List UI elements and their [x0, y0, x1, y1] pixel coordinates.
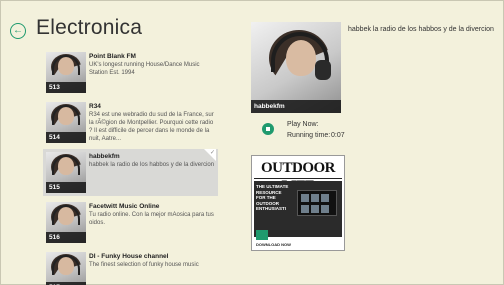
- station-name: Point Blank FM: [89, 53, 136, 60]
- station-item-517[interactable]: 517 DI - Funky House channel The finest …: [43, 249, 218, 285]
- advertisement-banner[interactable]: OUTDOOR LIFE THE ULTIMATE RESOURCE FOR T…: [251, 155, 345, 251]
- ad-tagline: THE ULTIMATE RESOURCE FOR THE OUTDOOR EN…: [256, 184, 289, 211]
- station-item-515[interactable]: 515 habbekfm habbek la radio de los habb…: [43, 149, 218, 196]
- station-thumbnail: 517: [46, 252, 86, 285]
- station-name: R34: [89, 103, 101, 110]
- running-time-value: 0:07: [331, 132, 345, 139]
- play-now-label: Play Now:: [287, 121, 319, 128]
- station-description: Tu radio online. Con la mejor mAosica pa…: [89, 212, 214, 226]
- station-name: Facetwitt Music Online: [89, 203, 160, 210]
- station-item-514[interactable]: 514 R34 R34 est une webradio du sud de l…: [43, 99, 218, 146]
- running-time-label: Running time:: [287, 132, 331, 139]
- station-thumbnail: 516: [46, 202, 86, 243]
- back-arrow-icon[interactable]: ←: [10, 23, 26, 39]
- station-number: 515: [46, 182, 86, 193]
- ad-logo: OUTDOOR LIFE: [260, 160, 336, 194]
- station-artwork: habbekfm: [251, 22, 341, 113]
- station-detail-description: habbek la radio de los habbos y de la di…: [348, 26, 494, 33]
- stop-icon[interactable]: [262, 123, 274, 135]
- station-list: 513 Point Blank FM UK's longest running …: [43, 49, 218, 285]
- app-window: ← Electronica 513 Point Blank FM UK's lo…: [0, 0, 504, 285]
- station-item-513[interactable]: 513 Point Blank FM UK's longest running …: [43, 49, 218, 96]
- station-thumbnail: 513: [46, 52, 86, 93]
- station-description: The finest selection of funky house musi…: [89, 262, 199, 268]
- station-number: 514: [46, 132, 86, 143]
- station-number: 513: [46, 82, 86, 93]
- station-number: 516: [46, 232, 86, 243]
- artwork-caption: habbekfm: [251, 100, 341, 113]
- selected-check-icon: ✓: [204, 149, 216, 161]
- station-thumbnail: 515: [46, 152, 86, 193]
- tablet-image: [297, 190, 337, 216]
- store-icon: [256, 230, 268, 240]
- station-description: R34 est une webradio du sud de la France…: [89, 112, 214, 142]
- page-title: Electronica: [36, 16, 143, 39]
- station-name: habbekfm: [89, 153, 120, 160]
- station-thumbnail: 514: [46, 102, 86, 143]
- station-description: habbek la radio de los habbos y de la di…: [89, 162, 215, 168]
- station-item-516[interactable]: 516 Facetwitt Music Online Tu radio onli…: [43, 199, 218, 246]
- station-name: DI - Funky House channel: [89, 253, 169, 260]
- station-description: UK's longest running House/Dance Music S…: [89, 62, 200, 76]
- ad-cta: DOWNLOAD NOW: [256, 242, 291, 247]
